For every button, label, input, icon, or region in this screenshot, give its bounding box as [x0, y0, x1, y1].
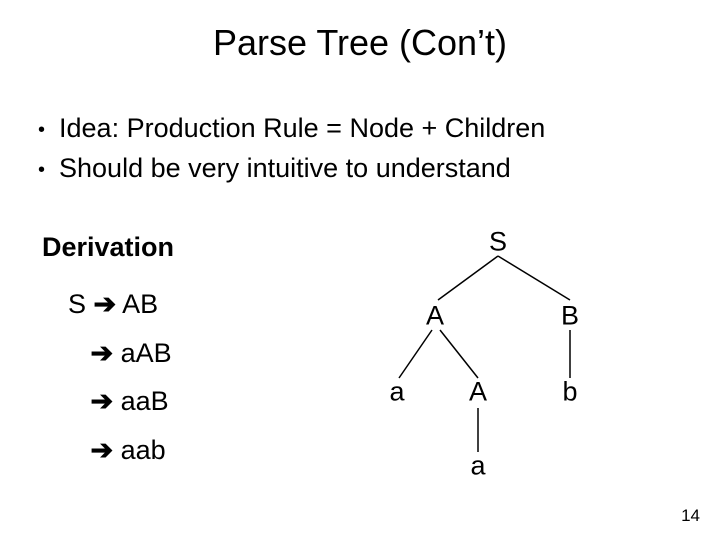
slide: Parse Tree (Con’t) •Idea: Production Rul…	[0, 0, 720, 540]
tree-node-b: b	[562, 377, 577, 408]
tree-node-A: A	[426, 301, 444, 332]
tree-node-a: a	[389, 377, 404, 408]
tree-node-B: B	[561, 301, 579, 332]
page-number: 14	[681, 506, 700, 526]
tree-edges	[0, 0, 720, 540]
tree-node-A2: A	[469, 377, 487, 408]
tree-node-S: S	[489, 227, 507, 258]
tree-node-a2: a	[470, 451, 485, 482]
